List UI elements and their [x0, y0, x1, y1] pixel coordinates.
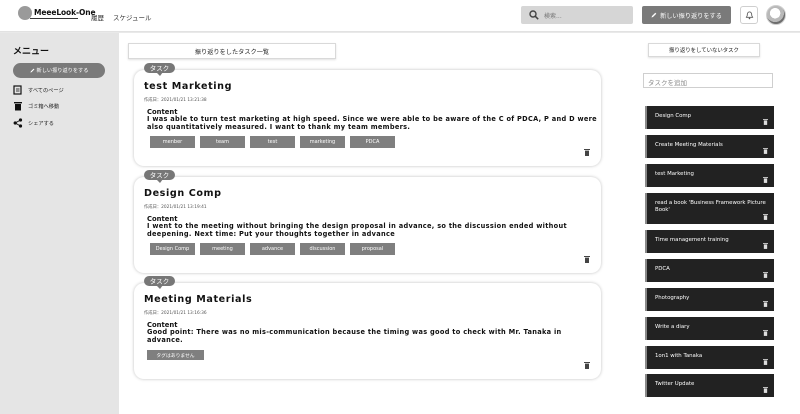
sidebar-item-all-pages[interactable]: すべてのページ — [13, 84, 64, 96]
task-item-label: Design Comp — [655, 113, 692, 119]
svg-text:タスク: タスク — [150, 64, 170, 73]
share-icon — [13, 118, 23, 128]
app-logo[interactable]: MeeeLook-One — [34, 8, 96, 17]
nav-history-link[interactable]: 履歴 — [91, 12, 104, 22]
task-item[interactable]: test Marketing — [645, 164, 774, 187]
task-badge: タスク — [144, 63, 175, 76]
card-title[interactable]: Meeting Materials — [144, 294, 252, 305]
svg-text:タスク: タスク — [150, 277, 170, 286]
sidebar-item-share[interactable]: シェアする — [13, 117, 54, 129]
user-avatar[interactable] — [766, 5, 786, 25]
task-badge: タスク — [144, 276, 175, 289]
task-item-label: read a book 'Business Framework Picture … — [655, 200, 766, 213]
trash-icon — [14, 102, 22, 111]
card-date: 作成日：2021/01/21 13:16:36 — [144, 311, 207, 316]
delete-icon[interactable] — [584, 256, 590, 263]
main-content: 振り返りをしたタスク一覧 タスク test Marketing 作成日：2021… — [119, 33, 800, 414]
card-content: I went to the meeting without bringing t… — [147, 222, 567, 238]
card-title[interactable]: test Marketing — [144, 81, 232, 92]
task-item[interactable]: Create Meeting Materials — [645, 135, 774, 158]
task-item-label: Time management training — [655, 237, 729, 243]
task-item-label: Write a diary — [655, 324, 690, 330]
sidebar-new-reflection-button[interactable]: 新しい振り返りをする — [13, 63, 105, 78]
card-content: Good point: There was no mis-communicati… — [147, 328, 562, 344]
tag[interactable]: meeting — [200, 243, 245, 255]
reflection-card[interactable]: タスク Design Comp 作成日：2021/01/21 13:19:41 … — [134, 170, 601, 273]
add-task-input[interactable]: タスクを追加 — [643, 73, 773, 88]
task-item-label: PDCA — [655, 266, 670, 272]
notification-button[interactable] — [740, 6, 758, 24]
header-new-reflection-button[interactable]: 新しい振り返りをする — [642, 6, 731, 24]
task-item[interactable]: Time management training — [645, 230, 774, 253]
delete-icon[interactable] — [763, 301, 768, 307]
task-item[interactable]: Design Comp — [645, 106, 774, 129]
bell-icon — [745, 10, 753, 19]
delete-icon[interactable] — [763, 387, 768, 393]
no-tags-badge: タグはありません — [147, 350, 204, 360]
page-icon — [13, 85, 22, 95]
sidebar-item-label: シェアする — [28, 120, 54, 127]
tag[interactable]: proposal — [350, 243, 395, 255]
task-item[interactable]: Twitter Update — [645, 374, 774, 397]
reflection-card[interactable]: タスク test Marketing 作成日：2021/01/21 13:21:… — [134, 63, 601, 166]
delete-icon[interactable] — [763, 243, 768, 249]
card-date: 作成日：2021/01/21 13:21:38 — [144, 98, 207, 103]
reflection-card[interactable]: タスク Meeting Materials 作成日：2021/01/21 13:… — [134, 276, 601, 379]
tag[interactable]: discussion — [300, 243, 345, 255]
task-item[interactable]: Photography — [645, 288, 774, 311]
delete-icon[interactable] — [584, 362, 590, 369]
delete-icon[interactable] — [763, 214, 768, 220]
tag[interactable]: marketing — [300, 136, 345, 148]
delete-icon[interactable] — [584, 149, 590, 156]
tag[interactable]: Design Comp — [150, 243, 195, 255]
pencil-icon — [651, 12, 657, 18]
reflected-tasks-header: 振り返りをしたタスク一覧 — [128, 43, 336, 59]
task-item-label: Twitter Update — [655, 381, 695, 387]
task-item[interactable]: 1on1 with Tanaka — [645, 346, 774, 369]
nav-schedule-link[interactable]: スケジュール — [113, 12, 152, 22]
search-icon — [529, 10, 539, 20]
task-item-label: 1on1 with Tanaka — [655, 353, 703, 359]
tag-list: menber team test marketing PDCA — [150, 136, 395, 148]
tag[interactable]: test — [250, 136, 295, 148]
task-item[interactable]: PDCA — [645, 259, 774, 282]
sidebar-item-label: すべてのページ — [28, 87, 64, 94]
card-title[interactable]: Design Comp — [144, 188, 222, 199]
task-item[interactable]: read a book 'Business Framework Picture … — [645, 193, 774, 224]
tag-list: Design Comp meeting advance discussion p… — [150, 243, 395, 255]
logo-underline — [30, 18, 78, 19]
tag[interactable]: advance — [250, 243, 295, 255]
task-item[interactable]: Write a diary — [645, 317, 774, 340]
tag[interactable]: menber — [150, 136, 195, 148]
unreflected-tasks-header: 振り返りをしていないタスク — [648, 43, 760, 57]
task-item-label: Photography — [655, 295, 690, 301]
delete-icon[interactable] — [763, 177, 768, 183]
search-input[interactable]: 検索... — [521, 6, 633, 24]
top-header: MeeeLook-One 履歴 スケジュール 検索... 新しい振り返りをする — [0, 0, 800, 32]
sidebar-item-trash[interactable]: ゴミ箱へ移動 — [13, 100, 59, 112]
header-new-reflection-label: 新しい振り返りをする — [660, 12, 722, 20]
card-date: 作成日：2021/01/21 13:19:41 — [144, 205, 207, 210]
svg-text:タスク: タスク — [150, 171, 170, 180]
task-badge: タスク — [144, 170, 175, 183]
delete-icon[interactable] — [763, 330, 768, 336]
pencil-icon — [29, 68, 34, 73]
task-item-label: Create Meeting Materials — [655, 142, 723, 148]
tag[interactable]: team — [200, 136, 245, 148]
sidebar-new-reflection-label: 新しい振り返りをする — [36, 68, 89, 74]
delete-icon[interactable] — [763, 359, 768, 365]
menu-title: メニュー — [13, 47, 50, 57]
card-content: I was able to turn test marketing at hig… — [147, 115, 597, 131]
delete-icon[interactable] — [763, 148, 768, 154]
tag[interactable]: PDCA — [350, 136, 395, 148]
sidebar-item-label: ゴミ箱へ移動 — [28, 103, 60, 110]
delete-icon[interactable] — [763, 272, 768, 278]
sidebar: メニュー 新しい振り返りをする すべてのページ ゴミ箱へ移動 シェアする — [0, 33, 119, 414]
delete-icon[interactable] — [763, 119, 768, 125]
task-item-label: test Marketing — [655, 171, 694, 177]
search-placeholder: 検索... — [544, 13, 562, 20]
